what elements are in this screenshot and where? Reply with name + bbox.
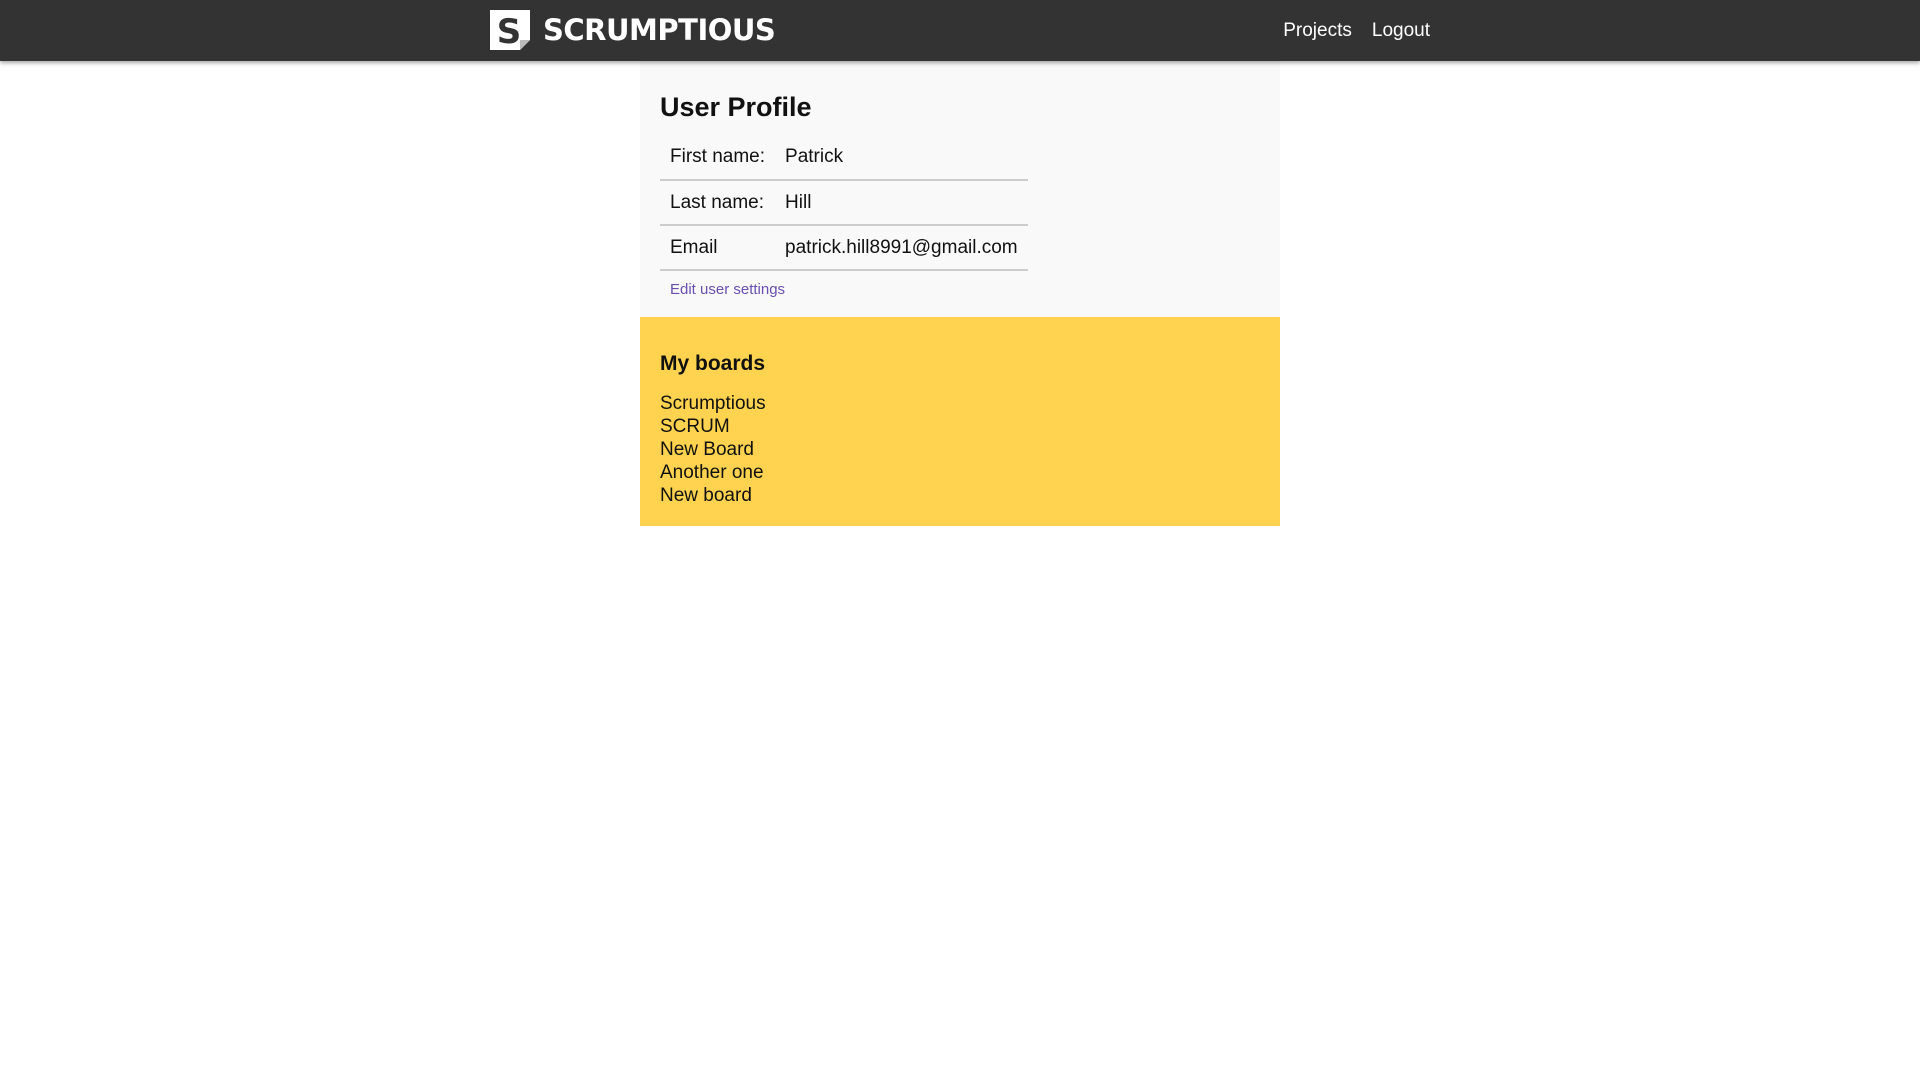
first-name-value: Patrick <box>775 135 1028 181</box>
profile-row-first-name: First name: Patrick <box>660 135 1028 181</box>
board-item[interactable]: Scrumptious <box>660 392 1260 415</box>
main-content: User Profile First name: Patrick Last na… <box>640 61 1280 526</box>
last-name-label: Last name: <box>660 180 776 226</box>
email-value: patrick.hill8991@gmail.com <box>775 225 1028 271</box>
board-list: Scrumptious SCRUM New Board Another one … <box>660 392 1260 507</box>
profile-row-email: Email patrick.hill8991@gmail.com <box>660 225 1028 271</box>
edit-user-settings-link[interactable]: Edit user settings <box>670 281 785 298</box>
board-item[interactable]: New Board <box>660 438 1260 461</box>
email-label: Email <box>660 225 776 271</box>
nav-link-logout[interactable]: Logout <box>1372 20 1430 42</box>
user-profile-section: User Profile First name: Patrick Last na… <box>640 61 1280 317</box>
brand-name: SCRUMPTIOUS <box>543 13 776 47</box>
nav-links: Projects Logout <box>1283 0 1430 61</box>
page-title: User Profile <box>660 92 812 122</box>
board-item[interactable]: Another one <box>660 461 1260 484</box>
my-boards-section: My boards Scrumptious SCRUM New Board An… <box>640 317 1280 526</box>
last-name-value: Hill <box>775 180 1028 226</box>
board-item[interactable]: SCRUM <box>660 415 1260 438</box>
svg-text:S: S <box>497 12 522 50</box>
profile-table: First name: Patrick Last name: Hill Emai… <box>660 135 1028 271</box>
nav-link-projects[interactable]: Projects <box>1283 20 1352 42</box>
boards-title: My boards <box>660 352 766 375</box>
profile-row-last-name: Last name: Hill <box>660 180 1028 226</box>
top-navbar: S SCRUMPTIOUS Projects Logout <box>0 0 1920 61</box>
scrumptious-logo-icon: S <box>490 10 530 50</box>
board-item[interactable]: New board <box>660 484 1260 507</box>
first-name-label: First name: <box>660 135 776 181</box>
brand-home-link[interactable]: S SCRUMPTIOUS <box>490 10 776 50</box>
